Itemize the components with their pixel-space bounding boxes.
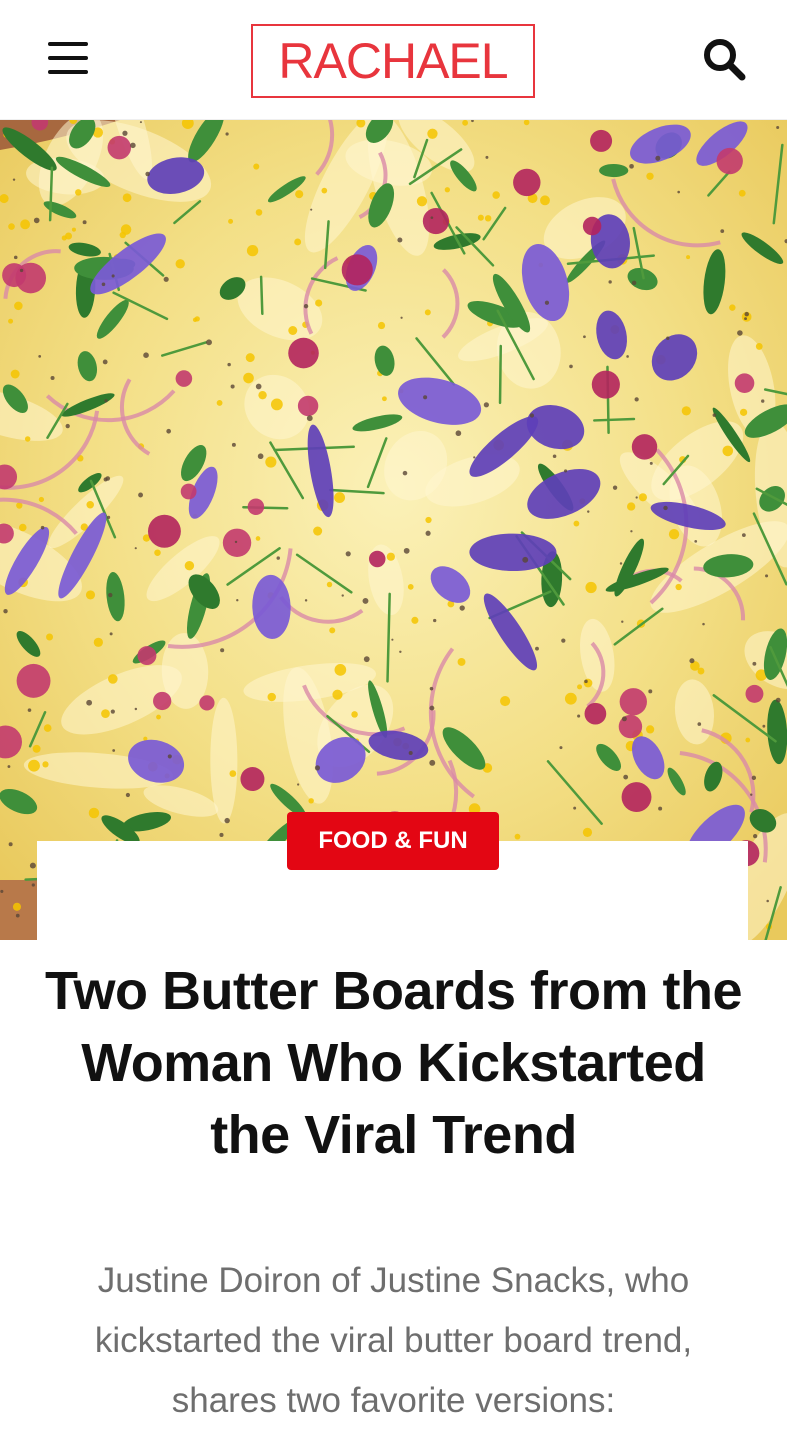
category-label: FOOD & FUN: [318, 827, 468, 854]
article-title: Two Butter Boards from the Woman Who Kic…: [44, 961, 743, 1165]
site-header: RACHAEL: [0, 0, 787, 120]
article-dek: Justine Doiron of Justine Snacks, who ki…: [94, 1261, 693, 1420]
menu-bar: [48, 42, 88, 46]
category-badge[interactable]: FOOD & FUN: [287, 812, 499, 870]
menu-bar: [48, 70, 88, 74]
site-logo-text: RACHAEL: [278, 33, 508, 89]
site-logo[interactable]: RACHAEL: [251, 24, 535, 98]
search-icon[interactable]: [700, 36, 748, 82]
hamburger-menu-icon[interactable]: [46, 40, 90, 78]
menu-bar: [48, 56, 88, 60]
